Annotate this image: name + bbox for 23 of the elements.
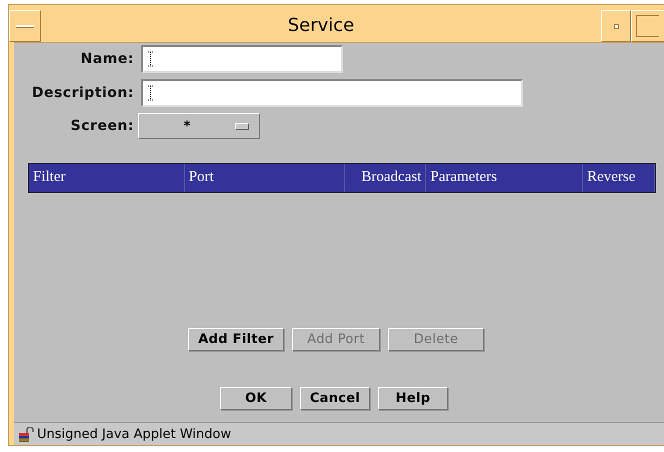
minimize-button[interactable] (601, 10, 631, 42)
status-text: Unsigned Java Applet Window (37, 426, 232, 442)
field-label: Screen: (70, 118, 134, 134)
field-label: Description: (30, 85, 134, 101)
name-field[interactable] (141, 45, 343, 73)
screen-dropdown[interactable]: * (138, 113, 260, 139)
dialog-button[interactable]: OK (220, 387, 292, 410)
window-menu-button[interactable] (9, 10, 41, 42)
description-field[interactable] (141, 79, 523, 107)
column-header[interactable]: Filter (29, 164, 185, 192)
column-header[interactable]: Port (184, 164, 346, 192)
column-header[interactable]: Parameters (426, 164, 584, 192)
column-header[interactable]: Reverse (583, 164, 655, 192)
dialog-button[interactable]: Cancel (300, 387, 370, 410)
lock-icon (18, 426, 34, 442)
text-cursor-icon (148, 51, 153, 67)
text-cursor-icon (148, 85, 153, 101)
field-label: Name: (80, 51, 134, 67)
maximize-button[interactable] (631, 10, 664, 42)
table-button[interactable]: Add Filter (188, 328, 284, 351)
column-header[interactable]: Broadcast (345, 164, 426, 192)
dialog-button[interactable]: Help (378, 387, 448, 410)
window-title: Service (286, 14, 356, 38)
